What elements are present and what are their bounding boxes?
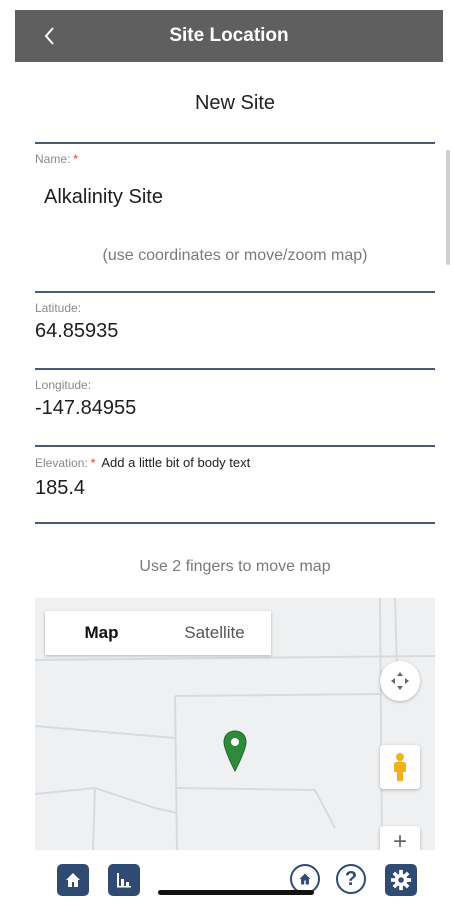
map-type-toggle: Map Satellite [45,611,271,655]
latitude-label: Latitude: [35,301,82,315]
settings-button[interactable] [385,864,417,896]
bar-chart-icon [117,873,131,888]
home-indicator [158,890,314,895]
street-view-button[interactable] [380,745,420,789]
help-button[interactable]: ? [336,864,366,894]
zoom-in-button[interactable]: + [380,826,420,850]
required-marker: * [90,456,96,470]
home-nav-button[interactable] [57,864,89,896]
divider [35,291,435,293]
help-icon: ? [344,867,358,890]
map-type-satellite[interactable]: Satellite [158,611,271,655]
longitude-field[interactable]: -147.84955 [35,397,136,420]
divider [35,522,435,524]
plus-icon: + [392,828,407,850]
fullscreen-button[interactable] [380,661,420,701]
name-field[interactable]: Alkalinity Site [44,186,163,209]
divider [35,142,435,144]
elevation-label: Elevation: * Add a little bit of body text [35,455,250,470]
divider [35,445,435,447]
pegman-icon [394,753,406,781]
latitude-field[interactable]: 64.85935 [35,320,118,343]
name-label: Name: * [35,152,78,166]
home-icon [66,873,80,887]
scrollbar[interactable] [446,150,450,265]
elevation-note: Add a little bit of body text [101,455,251,470]
charts-nav-button[interactable] [108,864,140,896]
name-label-text: Name: [35,152,71,166]
top-app-bar: Site Location [15,10,443,62]
location-marker-icon[interactable] [223,730,247,772]
bottom-nav-bar: ? [0,852,453,909]
home-icon [299,873,311,885]
map-hint: Use 2 fingers to move map [139,558,331,575]
map-type-map[interactable]: Map [45,611,158,655]
map-view[interactable]: Map Satellite + [35,598,435,850]
page-title: Site Location [169,25,289,46]
elevation-field[interactable]: 185.4 [35,477,85,500]
divider [35,368,435,370]
longitude-label: Longitude: [35,378,92,392]
form-heading: New Site [194,92,276,114]
gear-icon [390,869,412,891]
fullscreen-icon [391,672,409,690]
required-marker: * [73,152,79,166]
coordinates-hint: (use coordinates or move/zoom map) [102,247,368,264]
elevation-label-text: Elevation: [35,456,88,470]
